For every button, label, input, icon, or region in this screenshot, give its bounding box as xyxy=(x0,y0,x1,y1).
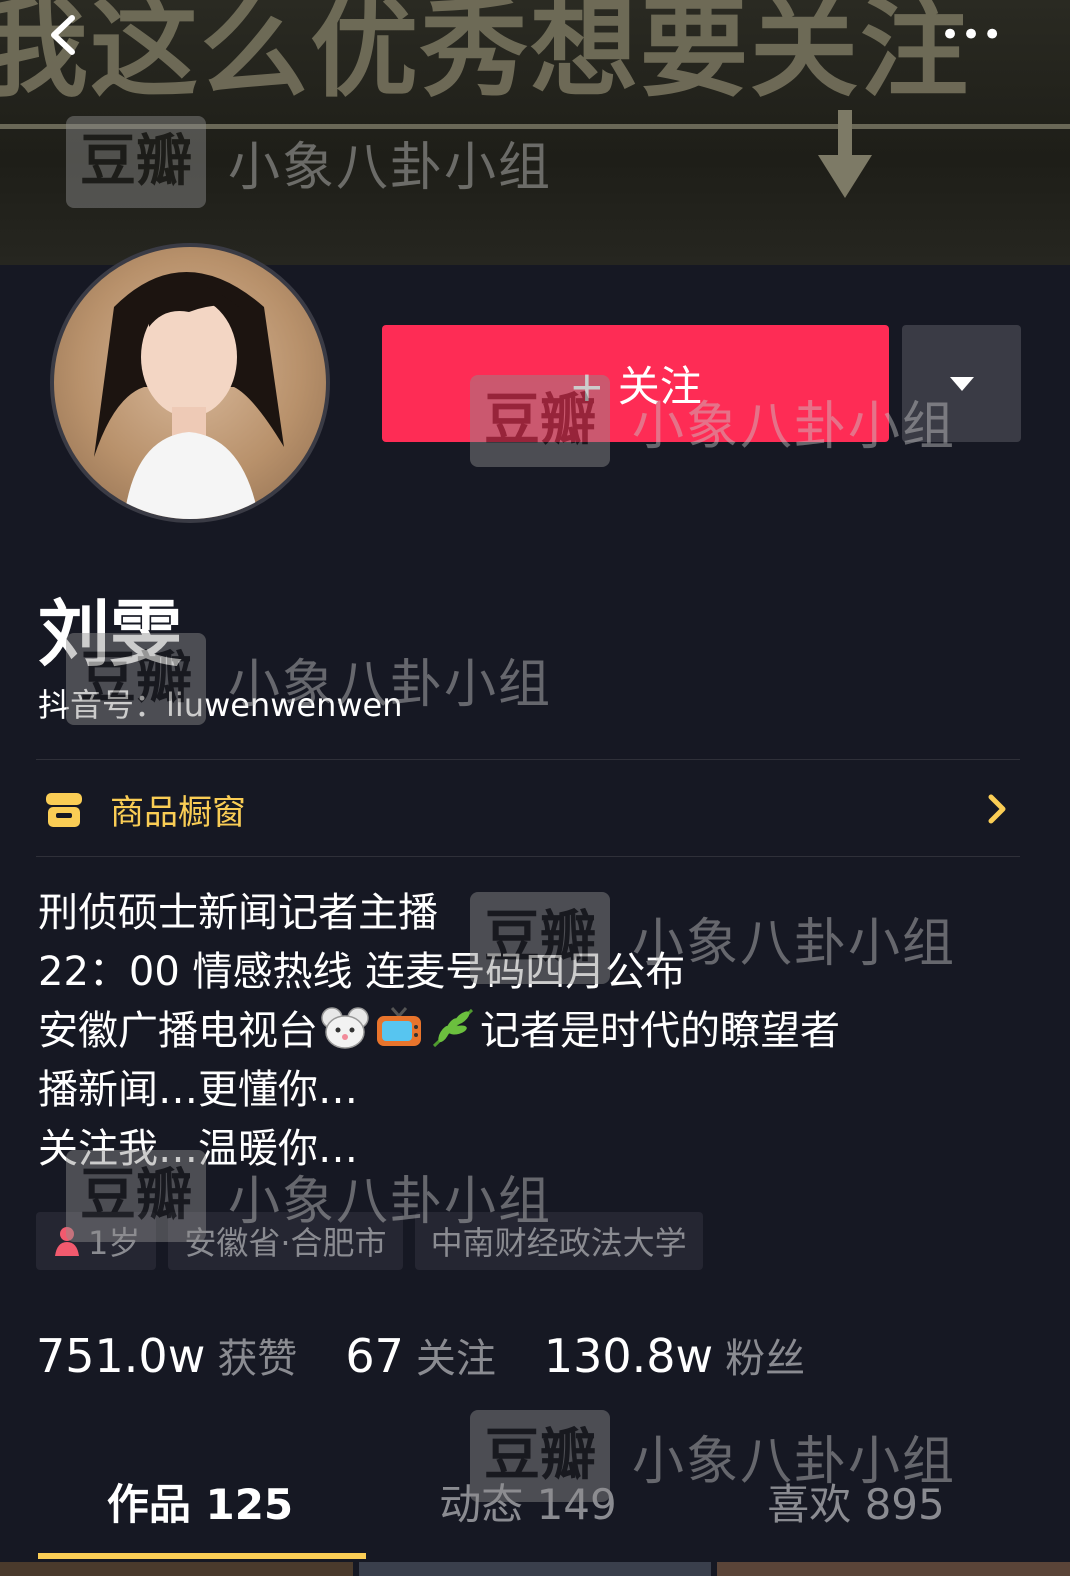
banner-line xyxy=(0,124,1070,129)
down-arrow-icon xyxy=(818,110,872,198)
fans-stat[interactable]: 130.8w 粉丝 xyxy=(544,1326,805,1384)
profile-stats: 751.0w 获赞 67 关注 130.8w 粉丝 xyxy=(36,1326,853,1384)
avatar[interactable] xyxy=(50,243,330,523)
bio-text: 安徽广播电视台 xyxy=(38,1008,318,1054)
profile-name: 刘雯 xyxy=(38,592,183,676)
chevron-left-icon[interactable] xyxy=(40,10,90,60)
more-options-button[interactable]: ••• xyxy=(940,18,1002,52)
likes-count: 751.0w xyxy=(36,1329,206,1383)
chevron-right-icon xyxy=(988,794,1006,824)
tab-works[interactable]: 作品 125 xyxy=(36,1460,364,1550)
douyin-id: 抖音号：liuwenwenwen xyxy=(38,686,403,724)
following-label: 关注 xyxy=(415,1336,496,1382)
tv-emoji-icon xyxy=(377,1007,421,1046)
video-thumbnail[interactable] xyxy=(717,1562,1070,1576)
profile-bio: 刑侦硕士新闻记者主播 22：00 情感热线 连麦号码四月公布 安徽广播电视台 记… xyxy=(38,884,1038,1179)
herb-emoji-icon xyxy=(432,1008,474,1048)
bio-line: 关注我…温暖你… xyxy=(38,1126,358,1172)
fans-label: 粉丝 xyxy=(725,1336,806,1382)
shop-icon xyxy=(46,793,82,827)
likes-stat[interactable]: 751.0w 获赞 xyxy=(36,1326,297,1384)
tab-likes[interactable]: 喜欢 895 xyxy=(692,1460,1020,1550)
video-thumbnail[interactable] xyxy=(358,1562,712,1576)
profile-tags: 1岁 安徽省·合肥市 中南财经政法大学 xyxy=(36,1212,703,1270)
bio-text: 记者是时代的瞭望者 xyxy=(480,1008,840,1054)
video-thumbnail[interactable] xyxy=(0,1562,353,1576)
following-count: 67 xyxy=(345,1329,404,1383)
tab-moments[interactable]: 动态 149 xyxy=(364,1460,692,1550)
fans-count: 130.8w xyxy=(543,1329,714,1383)
age-label: 1岁 xyxy=(88,1224,141,1262)
bio-line: 22：00 情感热线 连麦号码四月公布 xyxy=(38,949,686,995)
divider xyxy=(36,759,1020,760)
profile-banner: 我这么优秀想要关注 xyxy=(0,0,1070,265)
bio-line: 刑侦硕士新闻记者主播 xyxy=(38,890,438,936)
likes-label: 获赞 xyxy=(217,1336,298,1382)
school-tag: 中南财经政法大学 xyxy=(414,1212,703,1270)
mouse-emoji-icon xyxy=(321,1007,369,1049)
following-stat[interactable]: 67 关注 xyxy=(345,1326,496,1384)
content-tabs: 作品 125 动态 149 喜欢 895 xyxy=(36,1460,1020,1550)
follow-button[interactable]: + 关注 xyxy=(382,325,889,442)
location-tag: 安徽省·合肥市 xyxy=(168,1212,403,1270)
shop-window-row[interactable]: 商品橱窗 xyxy=(36,762,1020,856)
recommend-dropdown-button[interactable] xyxy=(902,325,1021,442)
shop-window-label: 商品橱窗 xyxy=(110,792,246,833)
banner-text: 我这么优秀想要关注 xyxy=(0,0,971,112)
triangle-down-icon xyxy=(949,376,974,391)
active-tab-indicator xyxy=(38,1553,366,1559)
bio-line: 播新闻…更懂你… xyxy=(38,1067,358,1113)
avatar-portrait xyxy=(94,272,284,519)
age-tag: 1岁 xyxy=(36,1212,157,1270)
bio-line: 安徽广播电视台 记者是时代的瞭望者 xyxy=(38,1002,1038,1061)
female-icon xyxy=(55,1227,79,1256)
video-thumbnail-strip xyxy=(0,1562,1070,1576)
divider xyxy=(36,856,1020,857)
